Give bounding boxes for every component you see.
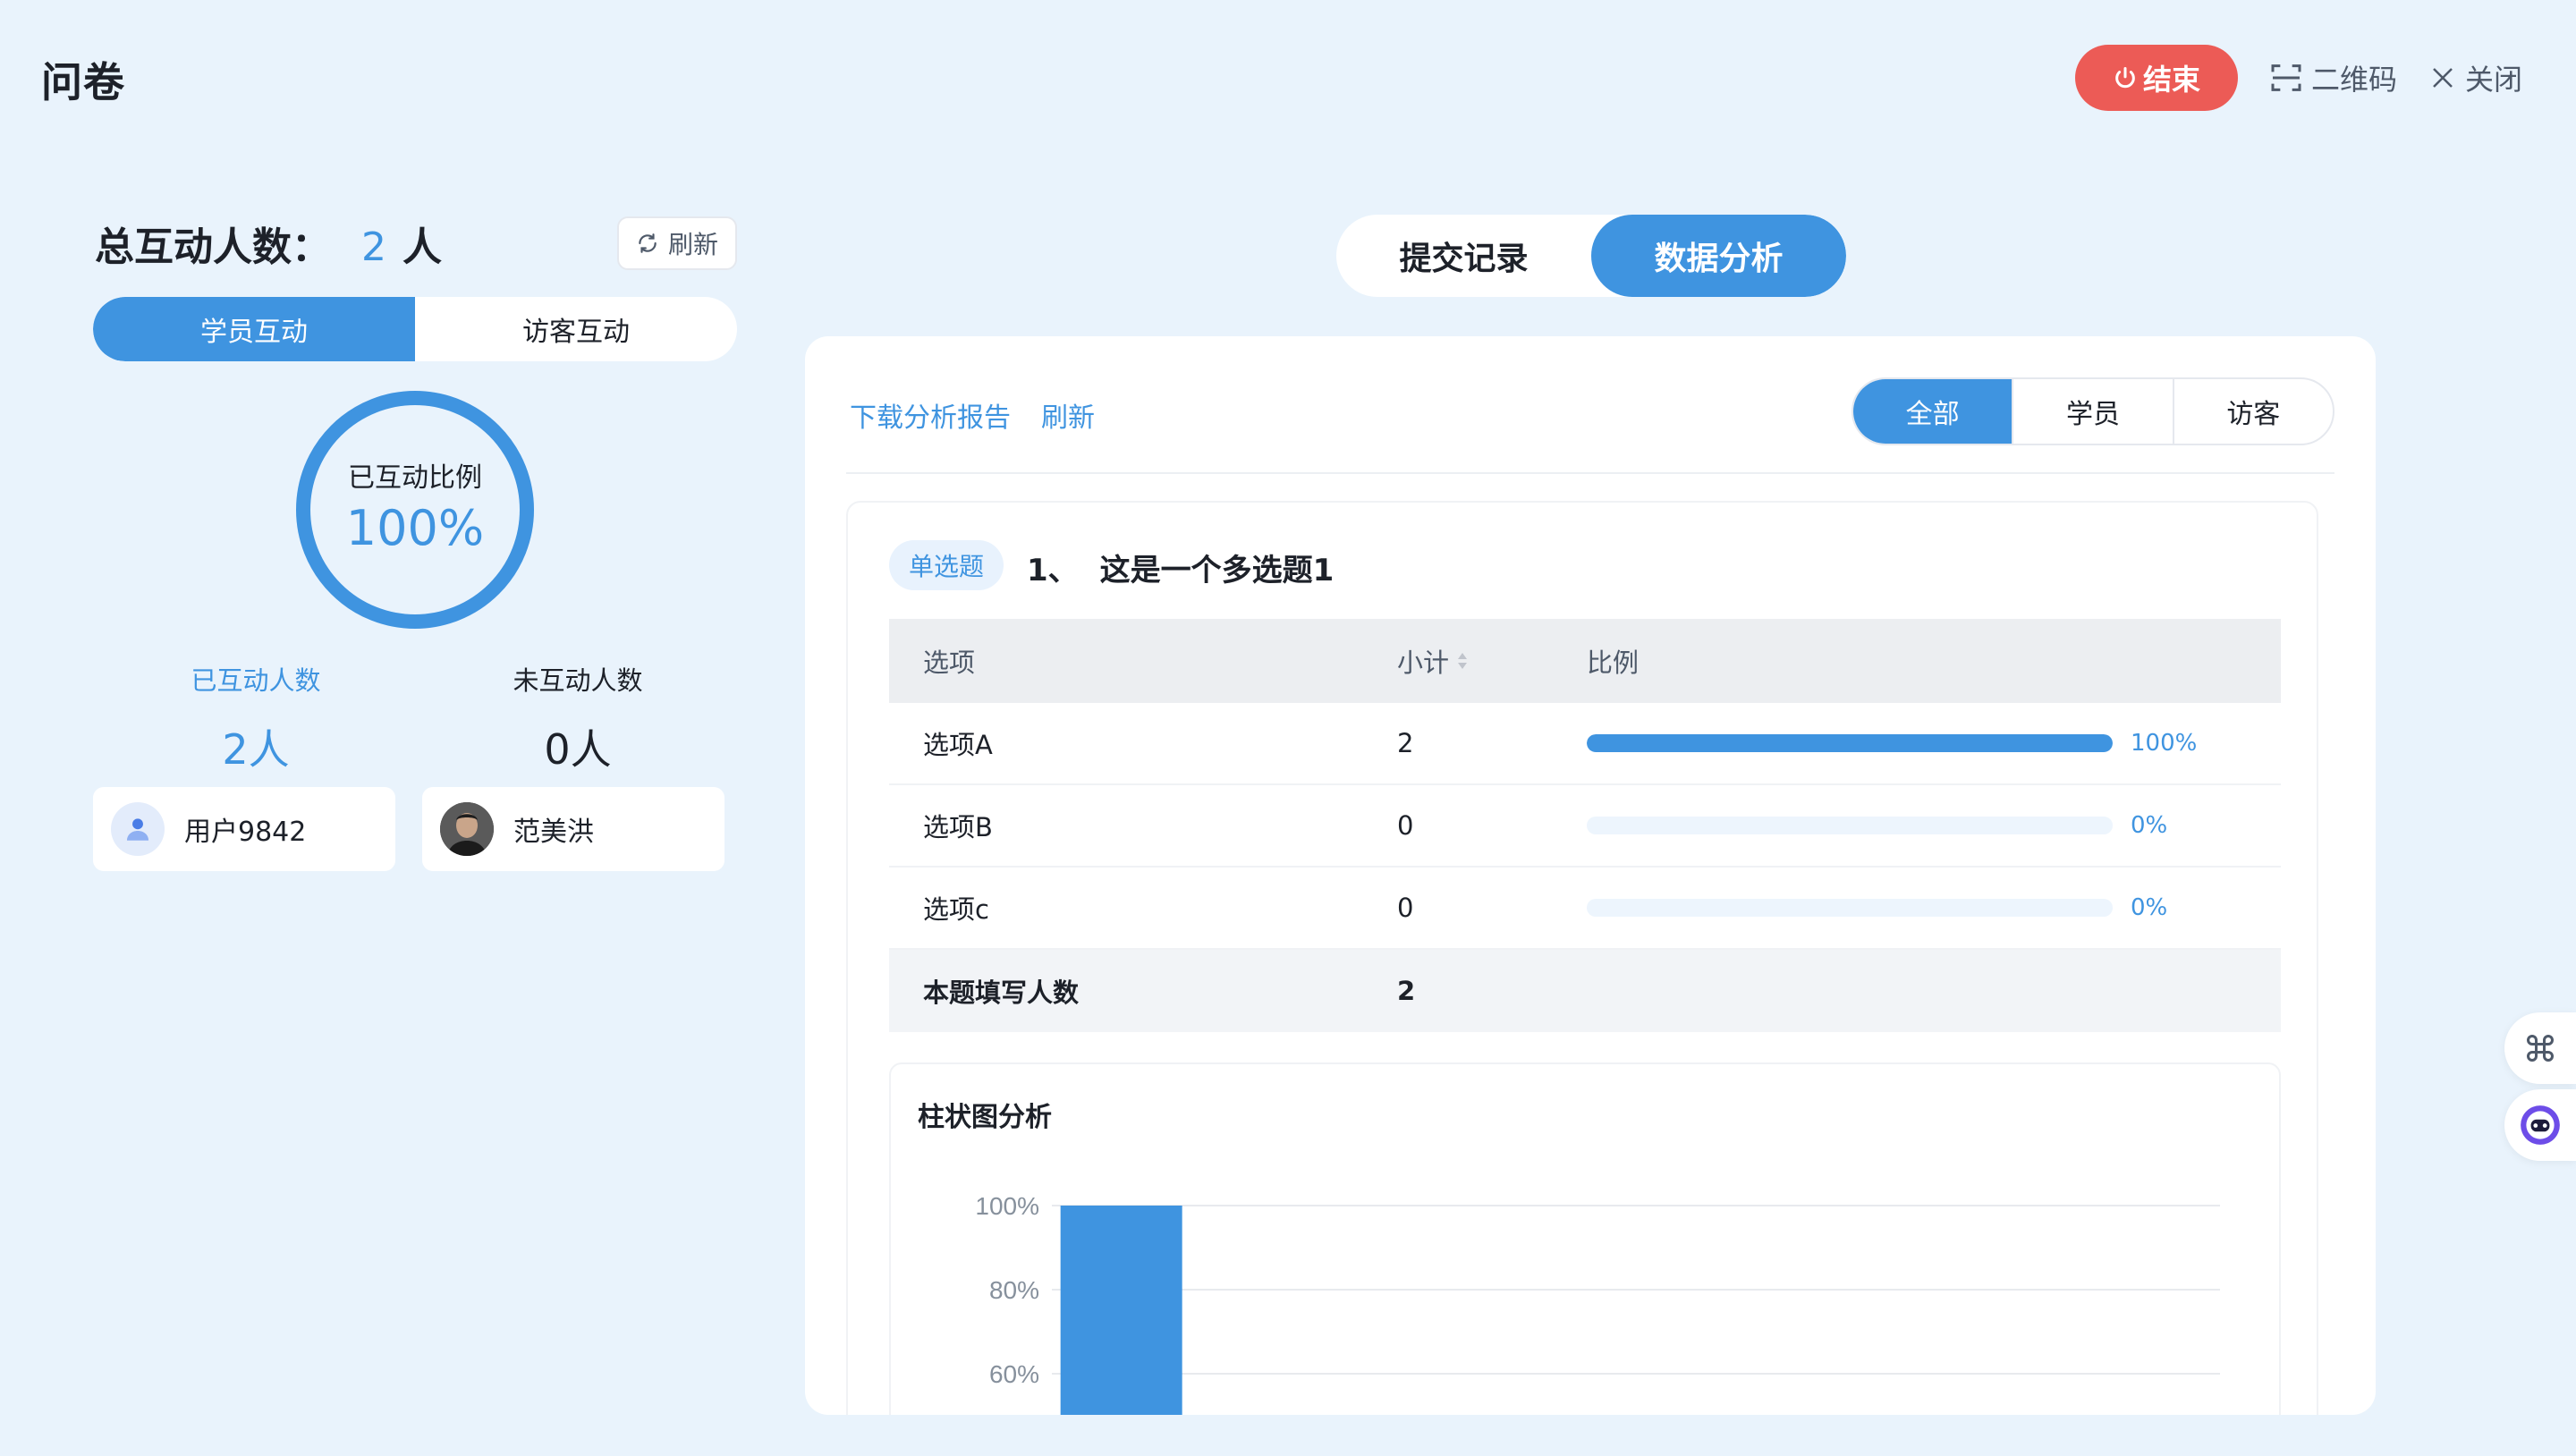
question-type-tag: 单选题 bbox=[889, 540, 1004, 590]
interaction-type-tabs: 学员互动 访客互动 bbox=[93, 297, 737, 361]
table-total-row: 本题填写人数 2 bbox=[889, 950, 2281, 1032]
left-refresh-button[interactable]: 刷新 bbox=[617, 216, 737, 270]
total-respondents-label: 本题填写人数 bbox=[923, 978, 1080, 1008]
table-row: 选项B 0 0% bbox=[889, 785, 2281, 868]
option-count: 0 bbox=[1397, 893, 1414, 923]
user-card[interactable]: 范美洪 bbox=[422, 787, 724, 871]
tab-submission-records[interactable]: 提交记录 bbox=[1336, 215, 1591, 297]
user-name: 范美洪 bbox=[513, 817, 594, 848]
close-button[interactable]: 关闭 bbox=[2429, 55, 2522, 100]
option-label: 选项c bbox=[923, 894, 989, 925]
left-refresh-label: 刷新 bbox=[667, 230, 718, 259]
progress-track bbox=[1587, 817, 2113, 834]
command-icon bbox=[2527, 1035, 2554, 1062]
download-report-link[interactable]: 下载分析报告 bbox=[850, 395, 1011, 435]
option-percent: 0% bbox=[2131, 812, 2168, 839]
main-tabs: 提交记录 数据分析 bbox=[1336, 215, 1846, 297]
filter-all[interactable]: 全部 bbox=[1853, 379, 2012, 444]
respondent-filter: 全部 学员 访客 bbox=[1852, 377, 2334, 445]
user-name: 用户9842 bbox=[184, 817, 307, 848]
bar-chart: 100% 80% 60% bbox=[975, 1192, 2220, 1415]
interacted-label: 已互动人数 bbox=[191, 665, 321, 696]
bar-chart-section: 柱状图分析 100% 80% 60% bbox=[889, 1062, 2281, 1415]
interacted-stat: 已互动人数 2人 bbox=[122, 660, 390, 776]
total-interaction-count: 总互动人数： 2 人 bbox=[95, 215, 442, 272]
total-respondents-value: 2 bbox=[1397, 976, 1416, 1006]
options-table: 选项 小计 比例 选项A 2 100% 选项B 0 0% 选项c 0 0% 本题… bbox=[889, 619, 2281, 1032]
photo-avatar bbox=[440, 802, 494, 856]
column-count[interactable]: 小计 bbox=[1397, 642, 1587, 680]
progress-track bbox=[1587, 899, 2113, 917]
refresh-icon bbox=[639, 233, 657, 253]
analysis-refresh-link[interactable]: 刷新 bbox=[1041, 395, 1095, 435]
apps-floating-button[interactable] bbox=[2504, 1012, 2576, 1084]
option-ratio: 0% bbox=[1587, 812, 2281, 839]
not-interacted-stat: 未互动人数 0人 bbox=[444, 660, 712, 776]
close-icon bbox=[2433, 68, 2453, 88]
ratio-value: 100% bbox=[345, 499, 485, 556]
option-count: 2 bbox=[1397, 728, 1414, 758]
question-block: 单选题 1、 这是一个多选题1 选项 小计 比例 选项A 2 100% 选项B … bbox=[846, 501, 2318, 1415]
qr-code-button[interactable]: 二维码 bbox=[2268, 55, 2397, 100]
column-ratio: 比例 bbox=[1587, 648, 1640, 678]
option-count: 0 bbox=[1397, 810, 1414, 841]
question-text: 这是一个多选题1 bbox=[1099, 553, 1335, 588]
option-ratio: 0% bbox=[1587, 894, 2281, 921]
assistant-bot-icon bbox=[2521, 1105, 2560, 1145]
assistant-floating-button[interactable] bbox=[2504, 1089, 2576, 1161]
end-button-label: 结束 bbox=[2142, 63, 2200, 97]
total-value: 2 bbox=[361, 224, 386, 270]
analysis-card: 下载分析报告 刷新 全部 学员 访客 单选题 1、 这是一个多选题1 选项 小计… bbox=[805, 336, 2376, 1415]
y-tick-label: 80% bbox=[989, 1276, 1039, 1304]
progress-fill bbox=[1587, 734, 2113, 752]
qr-scan-icon bbox=[2271, 64, 2301, 91]
question-number: 1、 bbox=[1027, 553, 1079, 588]
option-ratio: 100% bbox=[1587, 730, 2281, 757]
interaction-ratio-ring: 已互动比例 100% bbox=[293, 388, 537, 631]
close-label: 关闭 bbox=[2465, 63, 2523, 97]
column-option: 选项 bbox=[923, 648, 976, 678]
qr-code-label: 二维码 bbox=[2311, 63, 2398, 97]
not-interacted-label: 未互动人数 bbox=[513, 665, 643, 696]
user-card[interactable]: 用户9842 bbox=[93, 787, 395, 871]
total-label: 总互动人数： bbox=[95, 224, 331, 270]
tab-data-analysis[interactable]: 数据分析 bbox=[1591, 215, 1846, 297]
column-count-label: 小计 bbox=[1397, 648, 1450, 678]
tab-visitor-interaction[interactable]: 访客互动 bbox=[415, 297, 737, 361]
page-title: 问卷 bbox=[41, 58, 125, 106]
option-percent: 100% bbox=[2131, 730, 2198, 757]
filter-visitors[interactable]: 访客 bbox=[2172, 379, 2333, 444]
tab-student-interaction[interactable]: 学员互动 bbox=[93, 297, 415, 361]
table-header: 选项 小计 比例 bbox=[889, 619, 2281, 703]
question-title: 1、 这是一个多选题1 bbox=[1027, 546, 1334, 589]
total-unit: 人 bbox=[402, 224, 442, 270]
y-tick-label: 60% bbox=[989, 1360, 1039, 1388]
option-label: 选项B bbox=[923, 812, 993, 842]
not-interacted-value: 0人 bbox=[544, 725, 612, 774]
default-user-icon bbox=[111, 802, 165, 856]
power-icon bbox=[2115, 66, 2135, 89]
chart-bar bbox=[1060, 1206, 1182, 1415]
progress-track bbox=[1587, 734, 2113, 752]
divider bbox=[846, 472, 2334, 474]
end-button[interactable]: 结束 bbox=[2075, 45, 2238, 111]
filter-students[interactable]: 学员 bbox=[2012, 379, 2172, 444]
interacted-value: 2人 bbox=[222, 725, 290, 774]
table-row: 选项A 2 100% bbox=[889, 703, 2281, 785]
sort-icon[interactable] bbox=[1456, 651, 1469, 671]
option-percent: 0% bbox=[2131, 894, 2168, 921]
ratio-caption: 已互动比例 bbox=[348, 461, 482, 494]
y-tick-label: 100% bbox=[975, 1192, 1039, 1220]
option-label: 选项A bbox=[923, 730, 993, 760]
table-row: 选项c 0 0% bbox=[889, 868, 2281, 950]
